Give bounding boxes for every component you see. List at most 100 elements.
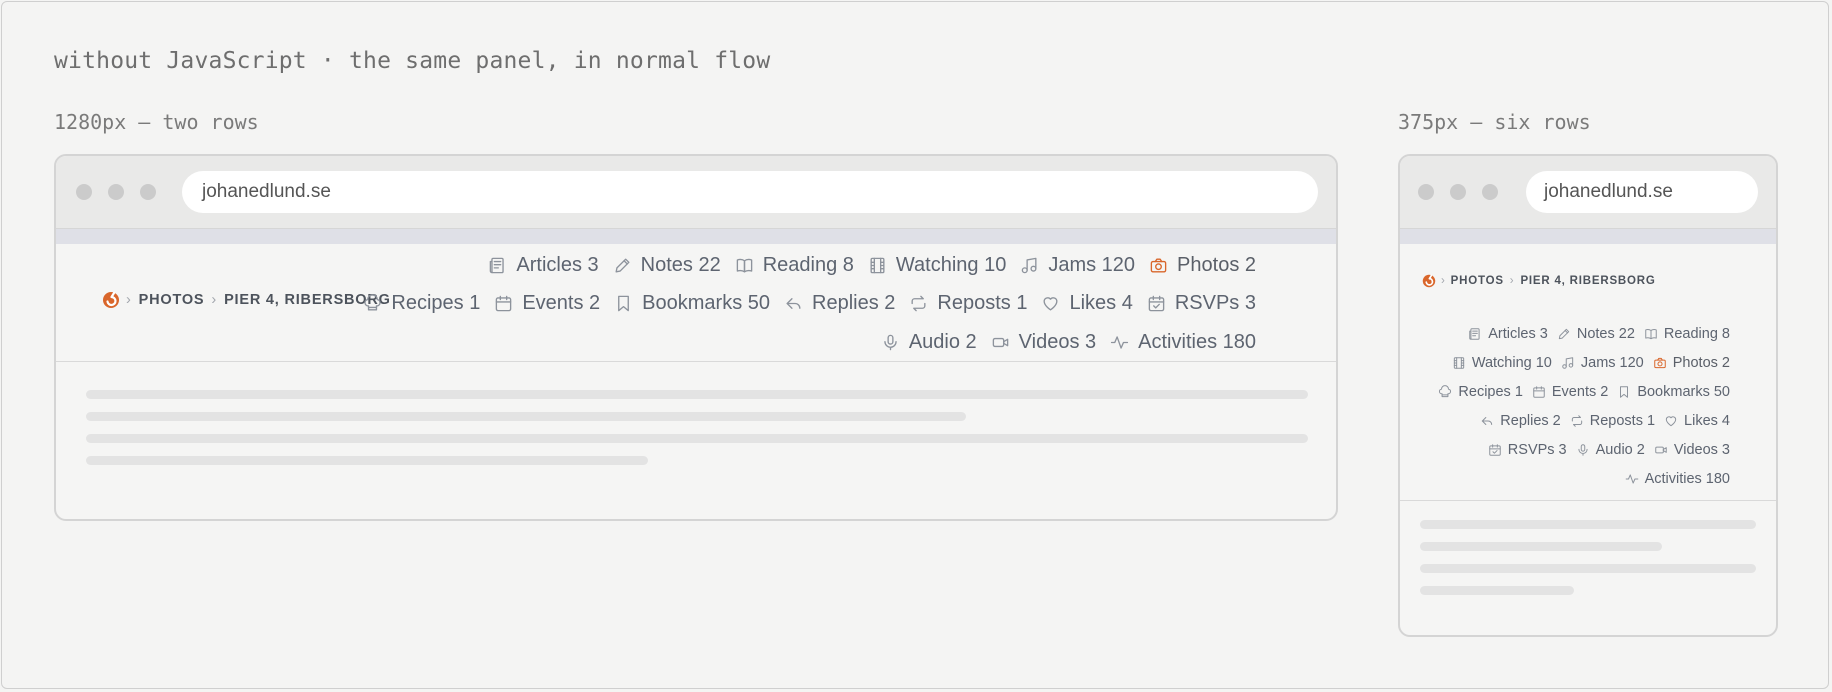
address-bar[interactable]: johanedlund.se [182, 171, 1318, 213]
nav-item-label: Recipes 1 [1458, 384, 1523, 400]
nav-divider [56, 361, 1336, 362]
nav-item-label: Watching 10 [895, 253, 1007, 276]
window-minimize-dot[interactable] [108, 184, 124, 200]
nav-item-audio[interactable]: Audio 2 [1576, 442, 1645, 458]
nav-item-likes[interactable]: Likes 4 [1041, 291, 1133, 315]
window-maximize-dot[interactable] [1482, 184, 1498, 200]
skeleton-line [86, 390, 1308, 399]
browser-toolbar: johanedlund.se [56, 156, 1336, 229]
nav-item-jams[interactable]: Jams 120 [1020, 254, 1135, 277]
microphone-icon [1576, 443, 1596, 457]
nav-item-bookmarks[interactable]: Bookmarks 50 [614, 292, 770, 315]
bookmark-icon [1617, 385, 1637, 399]
window-maximize-dot[interactable] [140, 184, 156, 200]
skeleton-line [1420, 542, 1662, 551]
nav-item-notes[interactable]: Notes 22 [613, 254, 721, 277]
nav-item-label: Articles 3 [516, 253, 599, 276]
nav-item-videos[interactable]: Videos 3 [991, 331, 1096, 354]
nav-item-audio[interactable]: Audio 2 [881, 331, 977, 354]
breadcrumb-current: PIER 4, RIBERSBORG [1520, 275, 1656, 287]
book-icon [735, 256, 763, 275]
music-icon [1020, 256, 1048, 275]
header-band [56, 229, 1336, 244]
breadcrumb-section-link[interactable]: PHOTOS [1451, 275, 1504, 287]
skeleton-line [86, 456, 648, 465]
breadcrumb: › PHOTOS › PIER 4, RIBERSBORG [1422, 274, 1656, 288]
film-icon [1452, 356, 1472, 370]
heart-icon [1041, 294, 1069, 313]
narrow-caption: 375px — six rows [1398, 110, 1591, 134]
nav-item-label: Jams 120 [1580, 355, 1644, 371]
nav-item-replies[interactable]: Replies 2 [1480, 413, 1561, 429]
calendar-icon [494, 294, 522, 313]
page-heading: without JavaScript · the same panel, in … [54, 48, 771, 74]
browser-window-narrow: johanedlund.se › PHOTOS › PIER 4, RIBERS… [1398, 154, 1778, 637]
breadcrumb-section-link[interactable]: PHOTOS [139, 292, 205, 308]
nav-item-watching[interactable]: Watching 10 [868, 254, 1006, 277]
pencil-icon [613, 256, 641, 275]
skeleton-line [86, 434, 1308, 443]
nav-item-label: Reading 8 [762, 253, 854, 276]
nav-item-watching[interactable]: Watching 10 [1452, 355, 1552, 371]
nav-item-label: Replies 2 [812, 291, 896, 314]
nav-item-label: Audio 2 [1595, 442, 1645, 458]
skeleton-line [1420, 564, 1756, 573]
window-close-dot[interactable] [76, 184, 92, 200]
nav-item-activities[interactable]: Activities 180 [1625, 471, 1730, 487]
nav-item-label: Watching 10 [1471, 355, 1552, 371]
site-logo-icon[interactable] [102, 291, 120, 309]
nav-item-articles[interactable]: Articles 3 [488, 253, 599, 277]
browser-window-wide: johanedlund.se › PHOTOS › PIER 4, RIBERS… [54, 154, 1338, 521]
reply-icon [1480, 414, 1500, 428]
articles-icon [488, 256, 516, 275]
nav-item-label: Notes 22 [640, 253, 721, 276]
nav-item-likes[interactable]: Likes 4 [1664, 413, 1730, 429]
video-icon [1654, 443, 1674, 457]
window-close-dot[interactable] [1418, 184, 1434, 200]
nav-item-reading[interactable]: Reading 8 [1644, 326, 1730, 342]
video-icon [991, 333, 1019, 352]
camera-icon [1653, 356, 1673, 370]
window-minimize-dot[interactable] [1450, 184, 1466, 200]
articles-icon [1468, 327, 1488, 341]
nav-item-label: Bookmarks 50 [642, 291, 771, 314]
nav-item-events[interactable]: Events 2 [494, 292, 600, 315]
nav-item-label: Photos 2 [1672, 355, 1730, 371]
skeleton-line [1420, 520, 1756, 529]
repost-icon [1570, 414, 1590, 428]
site-logo-icon[interactable] [1422, 274, 1436, 288]
nav-item-videos[interactable]: Videos 3 [1654, 442, 1730, 458]
nav-item-label: RSVPs 3 [1507, 442, 1567, 458]
activity-icon [1110, 333, 1138, 352]
nav-item-recipes[interactable]: Recipes 1 [363, 292, 480, 315]
breadcrumb: › PHOTOS › PIER 4, RIBERSBORG [102, 291, 391, 309]
nav-item-notes[interactable]: Notes 22 [1557, 326, 1635, 342]
nav-item-rsvps[interactable]: RSVPs 3 [1147, 292, 1256, 315]
nav-item-bookmarks[interactable]: Bookmarks 50 [1617, 384, 1730, 400]
nav-item-reposts[interactable]: Reposts 1 [909, 292, 1027, 315]
nav-item-rsvps[interactable]: RSVPs 3 [1488, 442, 1567, 458]
skeleton-line [1420, 586, 1574, 595]
reply-icon [784, 294, 812, 313]
nav-item-events[interactable]: Events 2 [1532, 384, 1608, 400]
nav-item-label: Reposts 1 [937, 291, 1028, 314]
chef-hat-icon [363, 293, 391, 313]
nav-item-photos[interactable]: Photos 2 [1149, 254, 1256, 277]
film-icon [868, 256, 896, 275]
nav-item-photos[interactable]: Photos 2 [1653, 355, 1730, 371]
nav-item-activities[interactable]: Activities 180 [1110, 331, 1256, 354]
address-bar[interactable]: johanedlund.se [1526, 171, 1758, 213]
nav-item-label: Likes 4 [1069, 291, 1133, 314]
nav-item-replies[interactable]: Replies 2 [784, 292, 895, 315]
nav-item-articles[interactable]: Articles 3 [1468, 326, 1548, 342]
wide-caption: 1280px — two rows [54, 110, 259, 134]
bookmark-icon [614, 294, 642, 313]
nav-item-label: Replies 2 [1500, 413, 1561, 429]
nav-item-reading[interactable]: Reading 8 [735, 254, 854, 277]
nav-item-label: Videos 3 [1673, 442, 1730, 458]
nav-item-reposts[interactable]: Reposts 1 [1570, 413, 1655, 429]
nav-item-jams[interactable]: Jams 120 [1561, 355, 1644, 371]
nav-item-recipes[interactable]: Recipes 1 [1438, 384, 1523, 400]
pencil-icon [1557, 327, 1577, 341]
chef-hat-icon [1438, 385, 1458, 399]
